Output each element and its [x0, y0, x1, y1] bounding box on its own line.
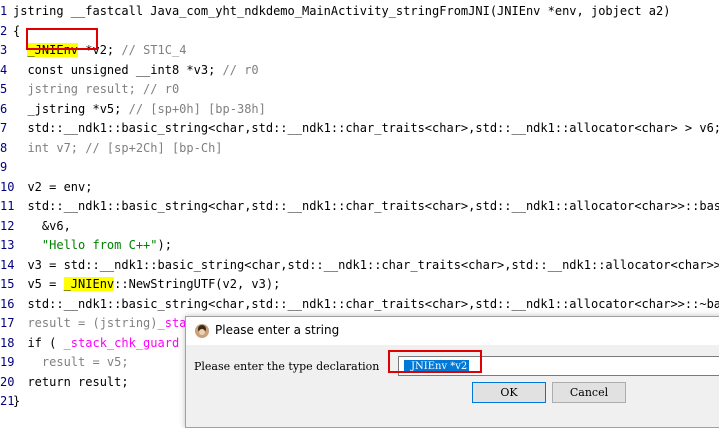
line-number: 16	[0, 296, 15, 311]
input-selected-text: _JNIEnv *v2	[404, 360, 470, 373]
code-line: 12 &v6,	[0, 217, 719, 236]
code-token: std::__ndk1::basic_string<char,std::__nd…	[13, 121, 719, 135]
code-text: {	[13, 22, 20, 41]
line-number: 11	[0, 199, 15, 213]
code-line: 1 jstring __fastcall Java_com_yht_ndkdemo…	[0, 2, 719, 21]
dialog-title: Please enter a string	[215, 323, 340, 337]
code-token: _stack_chk_guard	[63, 335, 180, 350]
code-text: _jstring *v5; // [sp+0h] [bp-38h]	[13, 100, 266, 119]
code-line: 16 std::__ndk1::basic_string<char,std::_…	[0, 295, 719, 314]
code-text: std::__ndk1::basic_string<char,std::__nd…	[13, 119, 719, 138]
code-token: // [sp+2Ch] [bp-Ch]	[85, 140, 223, 155]
code-token: result = (jstring)	[13, 316, 158, 330]
code-line: 15 v5 = _JNIEnv::NewStringUTF(v2, v3);	[0, 275, 719, 294]
code-token: return result;	[13, 374, 129, 389]
code-line: 3 _JNIEnv *v2; // ST1C_4	[0, 41, 719, 60]
code-line: 10 v2 = env;	[0, 178, 719, 197]
code-line: 4 const unsigned __int8 *v3; // r0	[0, 61, 719, 80]
code-token: ::NewStringUTF(v2, v3);	[114, 277, 281, 291]
code-token: result = v5;	[13, 355, 129, 369]
code-token: // [sp+0h] [bp-38h]	[128, 101, 266, 116]
code-token: // r0	[143, 82, 180, 96]
app-icon	[195, 324, 209, 338]
code-token: _jstring *v5;	[13, 101, 129, 116]
code-token: jstring result;	[13, 82, 144, 96]
code-token: std::__ndk1::basic_string<char,std::__nd…	[13, 199, 719, 213]
line-number: 6	[0, 101, 8, 116]
line-number: 18	[0, 335, 15, 350]
code-line: 8 int v7; // [sp+2Ch] [bp-Ch]	[0, 139, 719, 158]
code-token: _JNIEnv	[63, 277, 115, 291]
code-text: _JNIEnv *v2; // ST1C_4	[13, 41, 186, 60]
cancel-button[interactable]: Cancel	[552, 382, 626, 403]
code-text: jstring result; // r0	[13, 80, 179, 99]
code-token: // ST1C_4	[121, 43, 187, 57]
code-text: "Hello from C++");	[13, 236, 172, 255]
code-token: {	[13, 23, 21, 38]
code-line: 14 v3 = std::__ndk1::basic_string<char,s…	[0, 256, 719, 275]
code-text: }	[13, 392, 20, 411]
line-number: 1	[0, 4, 8, 18]
code-text: &v6,	[13, 217, 71, 236]
line-number: 4	[0, 62, 8, 77]
code-token: std::__ndk1::basic_string<char,std::__nd…	[13, 296, 719, 311]
code-token: &v6,	[13, 218, 71, 233]
ok-button[interactable]: OK	[472, 382, 546, 403]
line-number: 20	[0, 374, 15, 389]
line-number: 15	[0, 277, 15, 291]
code-text: std::__ndk1::basic_string<char,std::__nd…	[13, 197, 719, 216]
line-number: 5	[0, 82, 8, 96]
code-line: 7 std::__ndk1::basic_string<char,std::__…	[0, 119, 719, 138]
code-line: 5 jstring result; // r0	[0, 80, 719, 99]
code-token: if (	[13, 335, 64, 350]
code-token: jstring __fastcall Java_com_yht_ndkdemo_…	[13, 4, 671, 18]
line-number: 12	[0, 218, 15, 233]
code-text: const unsigned __int8 *v3; // r0	[13, 61, 259, 80]
code-text: v5 = _JNIEnv::NewStringUTF(v2, v3);	[13, 275, 280, 294]
line-number: 14	[0, 257, 15, 272]
line-number: 10	[0, 179, 15, 194]
code-token: "Hello from C++"	[41, 238, 158, 252]
code-line: 6 _jstring *v5; // [sp+0h] [bp-38h]	[0, 100, 719, 119]
code-text: v3 = std::__ndk1::basic_string<char,std:…	[13, 256, 719, 275]
line-number: 17	[0, 316, 15, 330]
code-token: // r0	[222, 62, 259, 77]
code-token: v5 =	[13, 277, 64, 291]
code-token: }	[13, 394, 21, 408]
code-line: 11 std::__ndk1::basic_string<char,std::_…	[0, 197, 719, 216]
code-token: );	[157, 238, 172, 252]
line-number: 2	[0, 23, 8, 38]
code-token: int v7;	[13, 140, 86, 155]
line-number: 7	[0, 121, 8, 135]
code-line: 13 "Hello from C++");	[0, 236, 719, 255]
code-token: _JNIEnv	[27, 43, 79, 57]
line-number: 19	[0, 355, 15, 369]
code-token: const unsigned __int8 *v3;	[13, 62, 223, 77]
code-line: 2{	[0, 22, 719, 41]
code-text: jstring __fastcall Java_com_yht_ndkdemo_…	[13, 2, 670, 21]
line-number: 21	[0, 394, 15, 408]
dialog-titlebar[interactable]: Please enter a string	[186, 317, 719, 345]
code-token: *v2;	[78, 43, 122, 57]
line-number: 8	[0, 140, 8, 155]
code-text: result = v5;	[13, 353, 129, 372]
code-text: return result;	[13, 373, 129, 392]
prompt-label: Please enter the type declaration	[194, 360, 380, 373]
type-declaration-dialog: Please enter a string Please enter the t…	[185, 316, 719, 428]
line-number: 3	[0, 43, 8, 57]
code-token: v2 = env;	[13, 179, 93, 194]
code-text: std::__ndk1::basic_string<char,std::__nd…	[13, 295, 719, 314]
code-line: 9	[0, 158, 719, 177]
code-text: int v7; // [sp+2Ch] [bp-Ch]	[13, 139, 223, 158]
code-token: v3 = std::__ndk1::basic_string<char,std:…	[13, 257, 719, 272]
line-number: 13	[0, 238, 15, 252]
type-declaration-input[interactable]: _JNIEnv *v2	[398, 356, 719, 376]
line-number: 9	[0, 160, 8, 174]
code-text: v2 = env;	[13, 178, 92, 197]
